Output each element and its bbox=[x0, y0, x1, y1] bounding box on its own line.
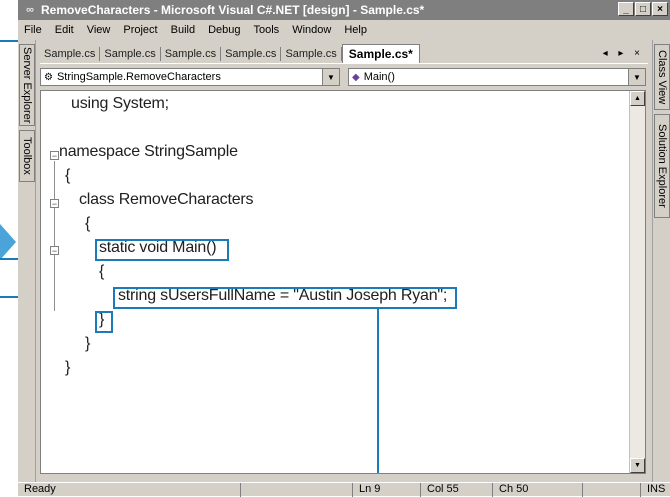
code-editor[interactable]: − − − using System; namespace StringSamp… bbox=[40, 90, 646, 474]
tab-server-explorer[interactable]: Server Explorer bbox=[19, 44, 35, 126]
chevron-down-icon[interactable]: ▼ bbox=[628, 69, 645, 85]
code-line-7: { bbox=[99, 263, 105, 280]
tab-sample-cs-1[interactable]: Sample.cs bbox=[40, 46, 101, 61]
left-tool-strip: Server Explorer Toolbox bbox=[18, 40, 36, 482]
status-ready: Ready bbox=[24, 483, 56, 495]
menu-build[interactable]: Build bbox=[165, 24, 202, 36]
menu-tools[interactable]: Tools bbox=[248, 24, 287, 36]
code-line-1: using System; bbox=[71, 95, 169, 112]
maximize-button[interactable]: □ bbox=[635, 2, 651, 16]
class-selector-dropdown[interactable]: ⚙ StringSample.RemoveCharacters ▼ bbox=[40, 68, 340, 86]
status-char: Ch 50 bbox=[492, 483, 580, 497]
tab-sample-cs-2[interactable]: Sample.cs bbox=[100, 46, 161, 61]
class-selector-value: StringSample.RemoveCharacters bbox=[56, 71, 221, 83]
callout-arrow bbox=[0, 224, 16, 260]
editor-panel: Sample.cs Sample.cs Sample.cs Sample.cs … bbox=[36, 40, 652, 482]
tab-sample-cs-4[interactable]: Sample.cs bbox=[221, 46, 282, 61]
status-bar: Ready Ln 9 Col 55 Ch 50 INS bbox=[18, 482, 670, 497]
status-column: Col 55 bbox=[420, 483, 490, 497]
menu-edit[interactable]: Edit bbox=[49, 24, 81, 36]
status-panel-empty bbox=[240, 483, 350, 497]
chevron-down-icon[interactable]: ▼ bbox=[322, 69, 339, 85]
tab-solution-explorer[interactable]: Solution Explorer bbox=[654, 114, 670, 218]
tab-sample-cs-5[interactable]: Sample.cs bbox=[281, 46, 342, 61]
tab-toolbox[interactable]: Toolbox bbox=[19, 130, 35, 182]
close-button[interactable]: × bbox=[652, 2, 668, 16]
window-title: RemoveCharacters - Microsoft Visual C#.N… bbox=[41, 3, 425, 17]
callout-line-vertical bbox=[377, 309, 379, 473]
menu-view[interactable]: View bbox=[81, 24, 118, 36]
menu-debug[interactable]: Debug bbox=[202, 24, 247, 36]
menu-file[interactable]: File bbox=[18, 24, 49, 36]
scroll-down-icon[interactable]: ▼ bbox=[630, 458, 645, 473]
right-tool-strip: Class View Solution Explorer bbox=[652, 40, 670, 482]
tab-sample-cs-active[interactable]: Sample.cs* bbox=[341, 44, 420, 63]
tab-navigation-icons[interactable]: ◂ ▸ × bbox=[603, 48, 644, 59]
title-bar: ∞ RemoveCharacters - Microsoft Visual C#… bbox=[18, 0, 670, 20]
highlight-main-signature bbox=[95, 239, 229, 261]
visual-studio-icon: ∞ bbox=[26, 4, 34, 16]
collapse-namespace-icon[interactable]: − bbox=[50, 151, 59, 161]
menu-bar: File Edit View Project Build Debug Tools… bbox=[18, 20, 670, 40]
document-tabs: Sample.cs Sample.cs Sample.cs Sample.cs … bbox=[40, 44, 648, 64]
status-line: Ln 9 bbox=[352, 483, 418, 497]
fold-guide bbox=[54, 161, 55, 311]
member-selector-value: Main() bbox=[363, 71, 395, 83]
collapse-method-icon[interactable]: − bbox=[50, 246, 59, 256]
highlight-string-declaration bbox=[113, 287, 457, 309]
code-line-5: { bbox=[85, 215, 91, 232]
ide-workspace: Server Explorer Toolbox Sample.cs Sample… bbox=[18, 40, 670, 482]
menu-help[interactable]: Help bbox=[338, 24, 374, 36]
tab-class-view[interactable]: Class View bbox=[654, 44, 670, 110]
member-selector-dropdown[interactable]: ◆ Main() ▼ bbox=[348, 68, 646, 86]
menu-project[interactable]: Project bbox=[117, 24, 164, 36]
code-line-4: class RemoveCharacters bbox=[79, 191, 254, 208]
code-line-2: namespace StringSample bbox=[59, 143, 238, 160]
code-line-10: } bbox=[85, 335, 91, 352]
menu-window[interactable]: Window bbox=[286, 24, 338, 36]
class-icon: ⚙ bbox=[44, 71, 53, 83]
status-panel-blank bbox=[582, 483, 638, 497]
code-line-11: } bbox=[65, 359, 71, 376]
highlight-closing-brace bbox=[95, 311, 113, 333]
tab-sample-cs-3[interactable]: Sample.cs bbox=[161, 46, 222, 61]
collapse-class-icon[interactable]: − bbox=[50, 199, 59, 209]
scroll-up-icon[interactable]: ▲ bbox=[630, 91, 645, 106]
status-insert-mode: INS bbox=[640, 483, 670, 497]
method-icon: ◆ bbox=[352, 71, 360, 83]
minimize-button[interactable]: _ bbox=[618, 2, 634, 16]
vertical-scrollbar[interactable]: ▲ ▼ bbox=[629, 91, 645, 473]
code-line-3: { bbox=[65, 167, 71, 184]
